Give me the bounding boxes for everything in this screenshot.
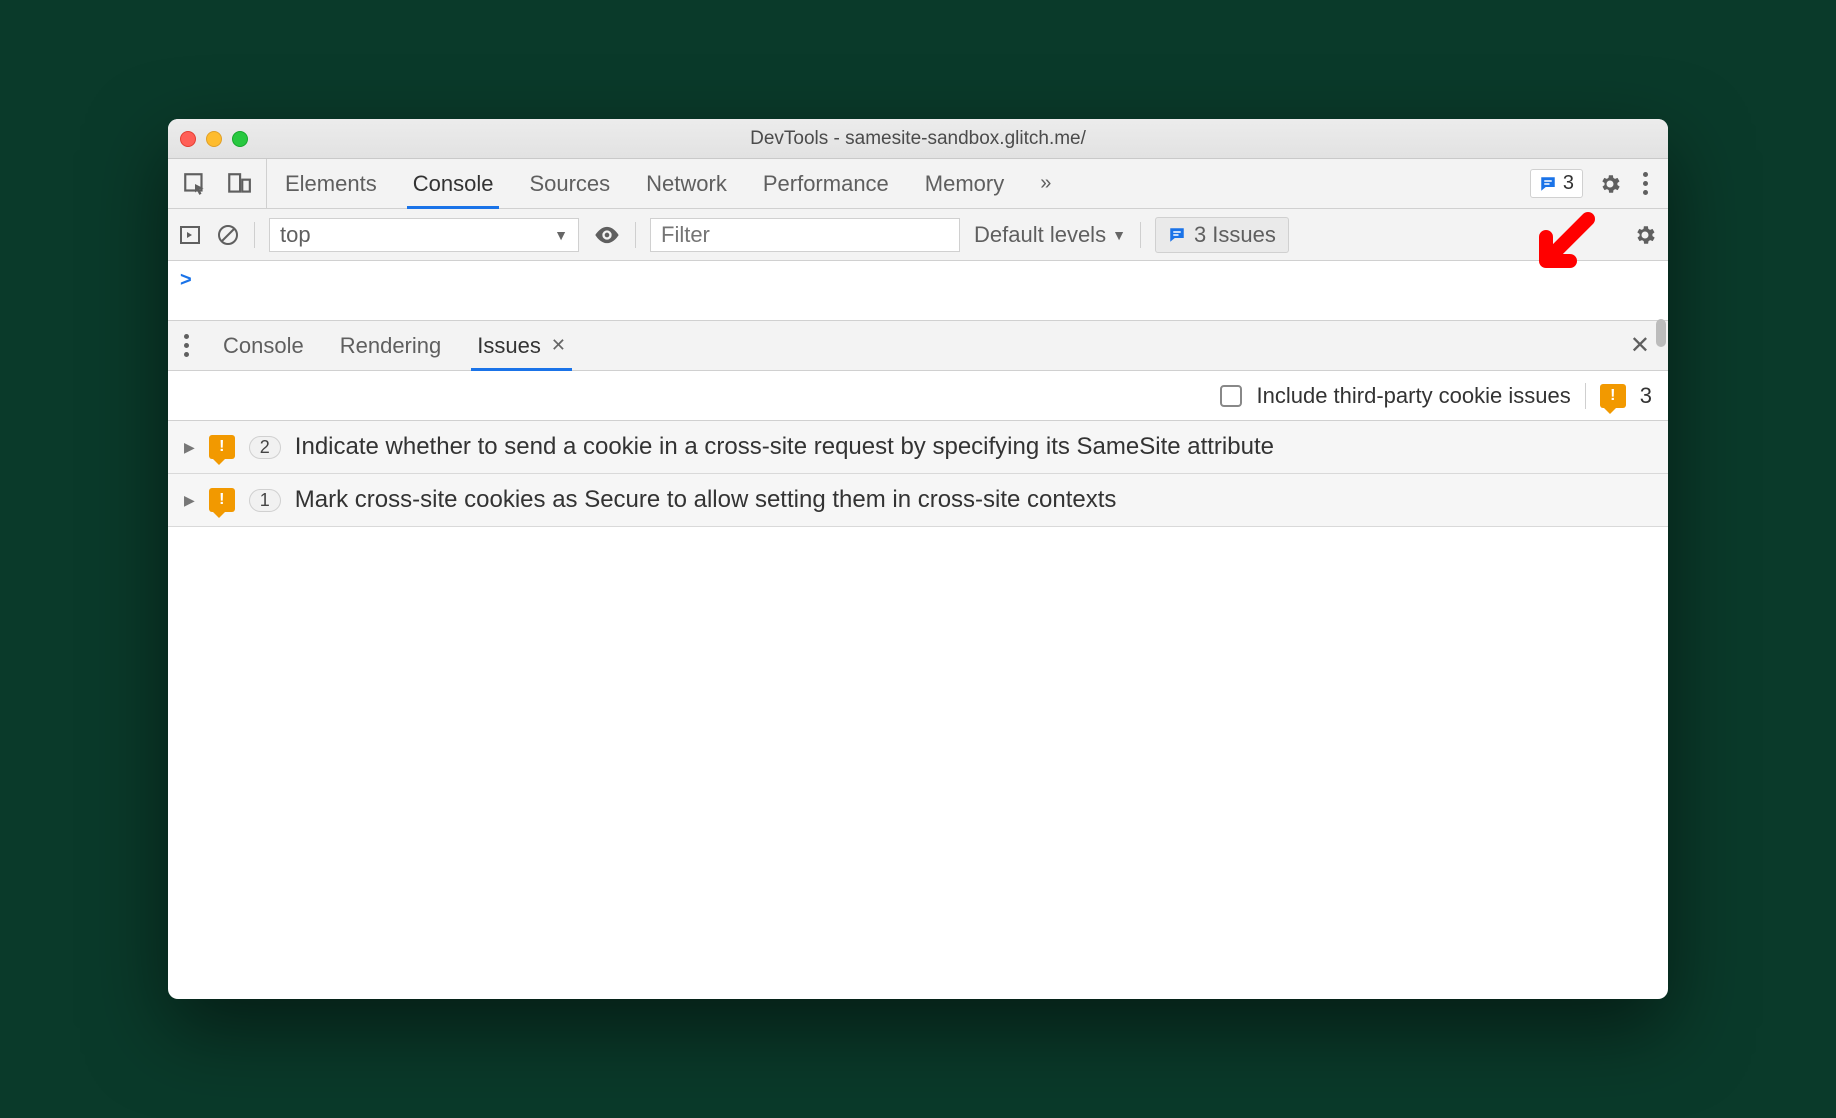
tab-memory[interactable]: Memory [907,159,1022,208]
device-toggle-icon[interactable] [226,171,252,197]
tab-console[interactable]: Console [395,159,512,208]
issues-chat-icon [1539,175,1557,193]
issue-count-badge: 2 [249,436,281,459]
close-window-button[interactable] [180,131,196,147]
drawer-tabbar: Console Rendering Issues ✕ ✕ [168,321,1668,371]
issues-indicator-button[interactable]: 3 [1530,169,1583,198]
context-select[interactable]: top ▼ [269,218,579,252]
context-value: top [280,222,311,248]
settings-gear-icon[interactable] [1597,171,1623,197]
include-third-party-checkbox[interactable] [1220,385,1242,407]
toggle-sidebar-icon[interactable] [178,223,202,247]
console-input-area[interactable]: > [168,261,1668,321]
clear-console-icon[interactable] [216,223,240,247]
tab-sources[interactable]: Sources [511,159,628,208]
issues-chat-icon [1168,226,1186,244]
expand-triangle-icon[interactable]: ▶ [184,492,195,509]
more-menu-icon[interactable] [1637,172,1654,195]
dropdown-triangle-icon: ▼ [554,227,568,243]
titlebar: DevTools - samesite-sandbox.glitch.me/ [168,119,1668,159]
console-settings-gear-icon[interactable] [1632,222,1658,248]
include-third-party-label: Include third-party cookie issues [1256,383,1570,409]
dropdown-triangle-icon: ▼ [1112,227,1126,243]
devtools-window: DevTools - samesite-sandbox.glitch.me/ E… [168,119,1668,999]
drawer-tab-issues[interactable]: Issues ✕ [459,321,584,370]
issues-warning-icon: ! [1600,384,1626,408]
tab-performance[interactable]: Performance [745,159,907,208]
drawer-tab-rendering[interactable]: Rendering [322,321,460,370]
window-title: DevTools - samesite-sandbox.glitch.me/ [168,128,1668,150]
issue-warning-icon: ! [209,435,235,459]
log-levels-select[interactable]: Default levels ▼ [974,222,1126,248]
issue-warning-icon: ! [209,488,235,512]
inspect-element-icon[interactable] [182,171,208,197]
console-toolbar: top ▼ Default levels ▼ 3 Issues [168,209,1668,261]
issue-row[interactable]: ▶ ! 1 Mark cross-site cookies as Secure … [168,474,1668,527]
tab-elements[interactable]: Elements [267,159,395,208]
drawer-more-menu-icon[interactable] [168,334,205,357]
live-expression-eye-icon[interactable] [593,221,621,249]
drawer-tab-console[interactable]: Console [205,321,322,370]
issues-total-count: 3 [1640,383,1652,409]
minimize-window-button[interactable] [206,131,222,147]
traffic-lights [180,131,248,147]
issue-row[interactable]: ▶ ! 2 Indicate whether to send a cookie … [168,421,1668,474]
open-issues-button[interactable]: 3 Issues [1155,217,1289,253]
main-tabbar: Elements Console Sources Network Perform… [168,159,1668,209]
expand-triangle-icon[interactable]: ▶ [184,439,195,456]
zoom-window-button[interactable] [232,131,248,147]
issues-count: 3 [1563,172,1574,195]
console-prompt-icon: > [180,269,192,292]
issue-title: Mark cross-site cookies as Secure to all… [295,486,1652,514]
issue-title: Indicate whether to send a cookie in a c… [295,433,1652,461]
close-tab-icon[interactable]: ✕ [551,335,566,356]
issues-toolbar: Include third-party cookie issues ! 3 [168,371,1668,421]
tab-network[interactable]: Network [628,159,745,208]
scrollbar-thumb[interactable] [1656,319,1666,347]
issue-count-badge: 1 [249,489,281,512]
inspect-toggle-group [168,159,267,208]
filter-input[interactable] [650,218,960,252]
more-tabs-chevron-icon[interactable]: » [1022,159,1065,208]
